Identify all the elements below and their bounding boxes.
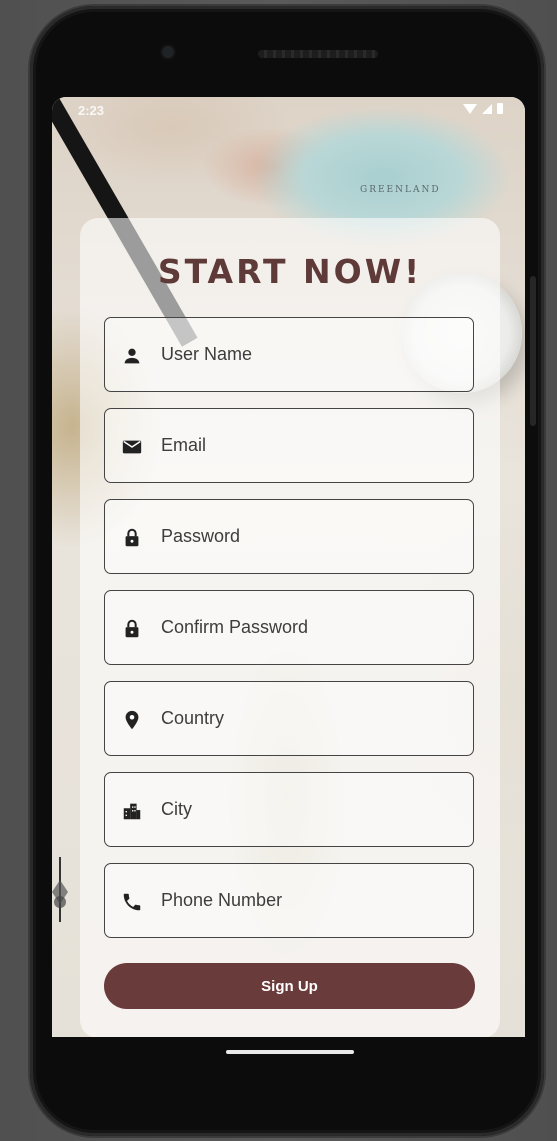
email-input[interactable]: [161, 409, 461, 482]
signup-card: START NOW! User Name Email Country City …: [80, 218, 500, 1037]
phone-number-input[interactable]: [161, 864, 461, 937]
status-bar: 2:23: [52, 97, 525, 123]
confirm-password-input[interactable]: [161, 591, 461, 664]
lock-icon: [121, 527, 143, 549]
status-icons: [463, 103, 503, 114]
password-input[interactable]: [161, 500, 461, 573]
phone-number-field[interactable]: [104, 863, 474, 938]
person-icon: [121, 345, 143, 367]
city-input[interactable]: [161, 773, 461, 846]
password-field[interactable]: [104, 499, 474, 574]
home-indicator[interactable]: [226, 1050, 354, 1054]
power-button: [530, 276, 536, 426]
location-pin-icon: [121, 709, 143, 731]
username-input[interactable]: [161, 318, 461, 391]
city-field[interactable]: [104, 772, 474, 847]
signal-icon: [482, 103, 492, 114]
front-camera: [162, 46, 174, 58]
country-field[interactable]: [104, 681, 474, 756]
page-title: START NOW!: [157, 252, 423, 291]
lock-icon: [121, 618, 143, 640]
earpiece-speaker: [258, 50, 378, 58]
wifi-icon: [463, 103, 477, 114]
envelope-icon: [121, 436, 143, 458]
country-input[interactable]: [161, 682, 461, 755]
device-frame-backdrop: GREENLAND 2:23 START NOW! User Name Emai…: [0, 0, 557, 1141]
city-icon: [121, 800, 143, 822]
phone-icon: [121, 891, 143, 913]
status-time: 2:23: [78, 103, 105, 118]
email-field[interactable]: [104, 408, 474, 483]
username-field[interactable]: [104, 317, 474, 392]
confirm-password-field[interactable]: [104, 590, 474, 665]
app-screen: GREENLAND 2:23 START NOW! User Name Emai…: [52, 97, 525, 1037]
battery-icon: [497, 103, 503, 114]
map-label: GREENLAND: [360, 185, 441, 195]
sign-up-button[interactable]: Sign Up: [104, 963, 475, 1009]
